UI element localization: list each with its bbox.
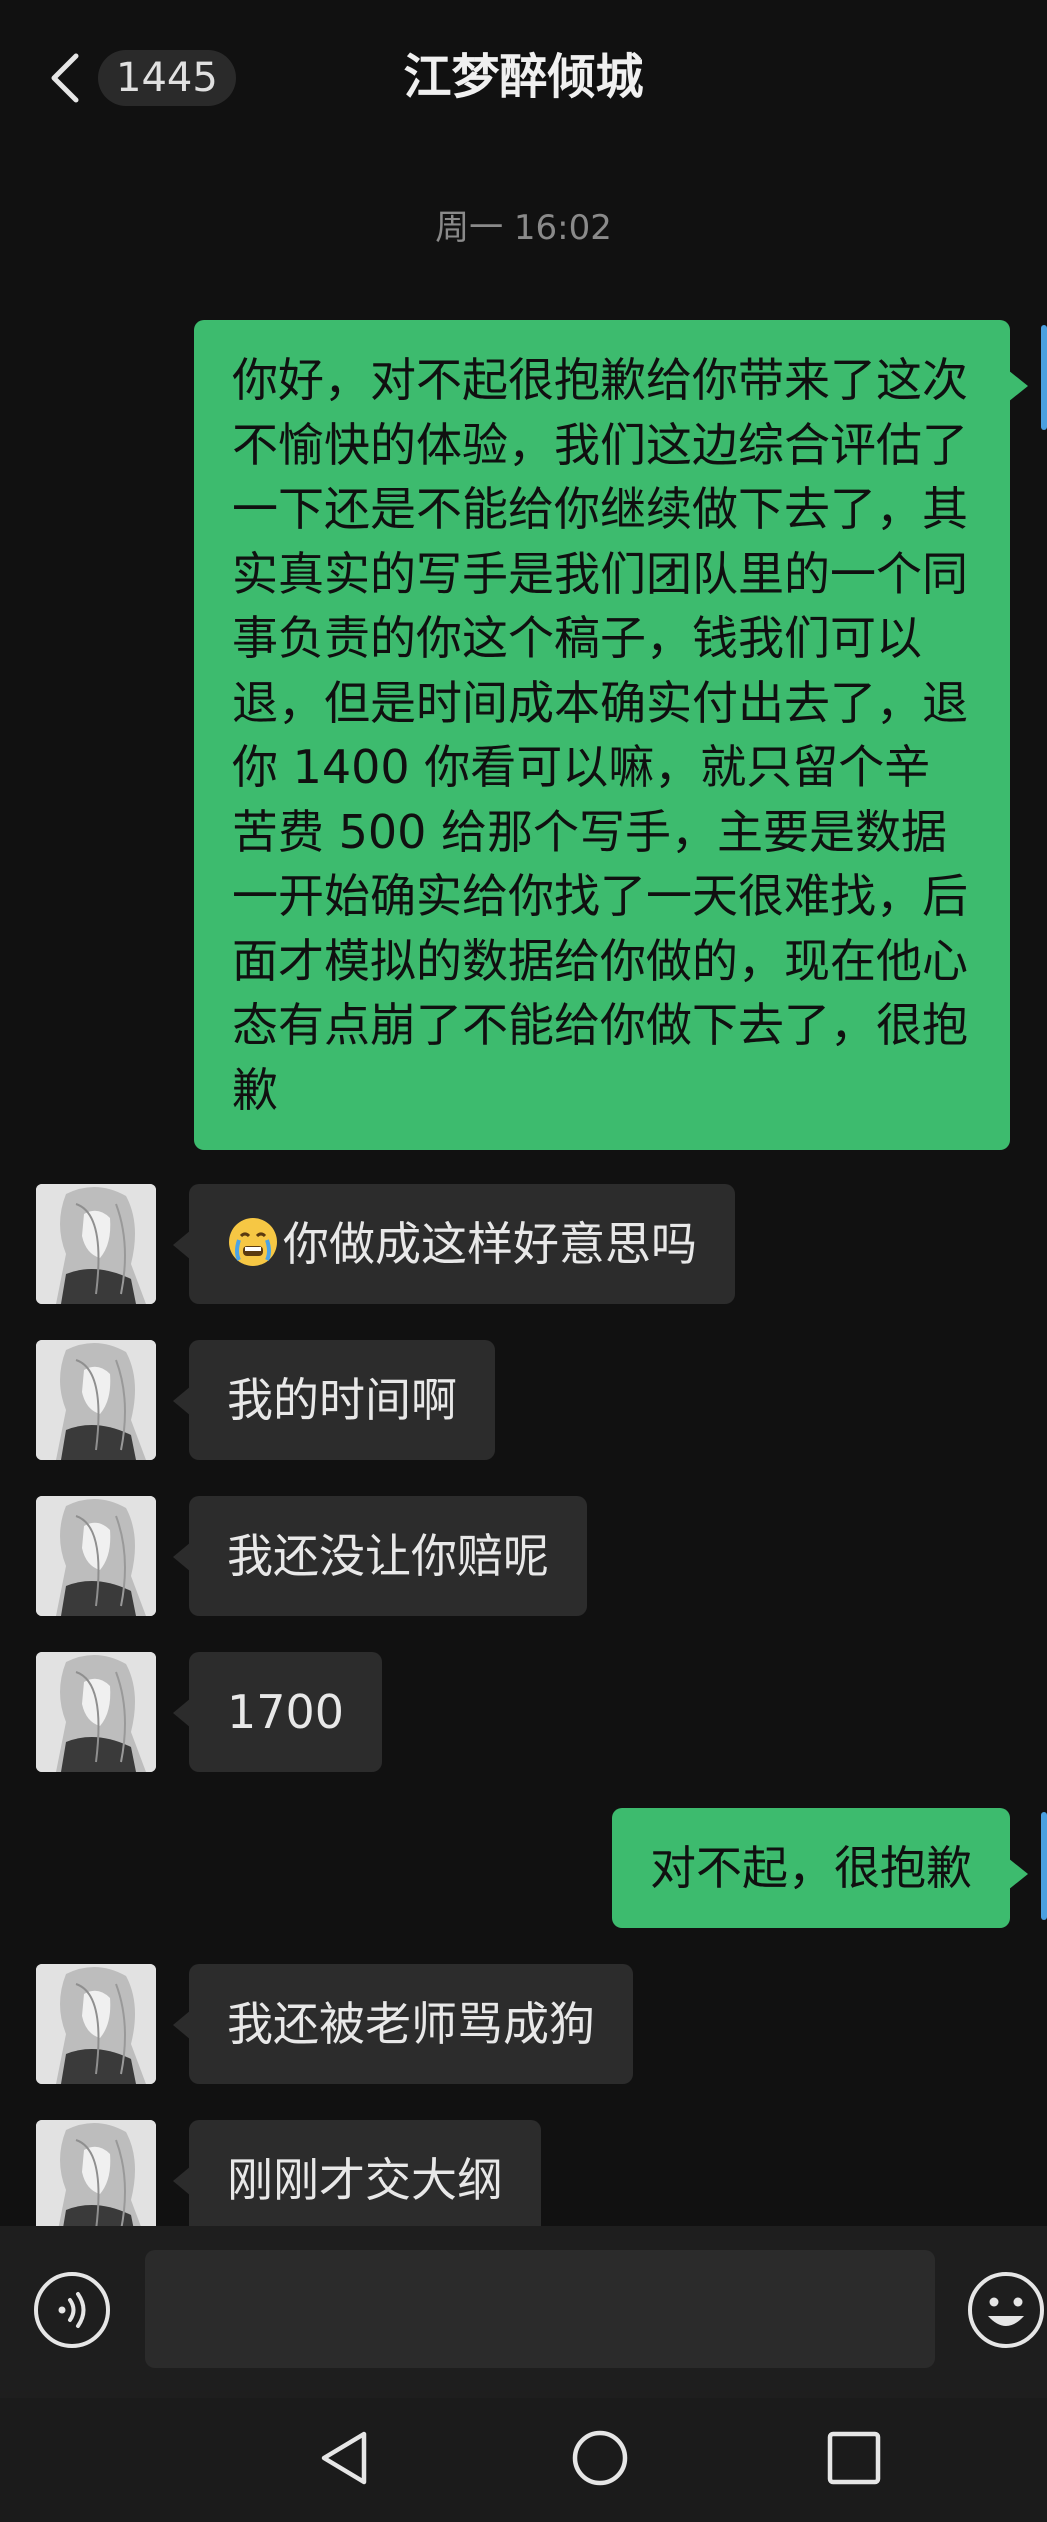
edge-highlight [1041, 1812, 1047, 1920]
input-bar [0, 2226, 1047, 2398]
avatar-image [36, 1964, 156, 2084]
avatar[interactable] [36, 2120, 156, 2240]
incoming-message-bubble[interactable]: 我还没让你赔呢 [173, 1496, 587, 1616]
avatar[interactable] [36, 1340, 156, 1460]
message-text: 我还被老师骂成狗 [227, 1997, 595, 2051]
circle-home-icon[interactable] [570, 2428, 630, 2488]
avatar-image [36, 1340, 156, 1460]
message-text: 1700 [227, 1685, 345, 1739]
chat-header: 1445 江梦醉倾城 [0, 0, 1047, 150]
voice-icon[interactable] [32, 2270, 112, 2350]
avatar[interactable] [36, 1652, 156, 1772]
incoming-message-bubble[interactable]: 刚刚才交大纲 [173, 2120, 541, 2240]
message-text: 我的时间啊 [227, 1373, 457, 1427]
avatar-image [36, 1652, 156, 1772]
message-text: 刚刚才交大纲 [227, 2153, 503, 2207]
avatar-image [36, 2120, 156, 2240]
incoming-message-bubble[interactable]: 1700 [172, 1652, 383, 1772]
avatar[interactable] [36, 1184, 156, 1304]
incoming-message-bubble[interactable]: 我的时间啊 [173, 1340, 495, 1460]
incoming-message-bubble[interactable]: 我还被老师骂成狗 [173, 1964, 633, 2084]
avatar[interactable] [36, 1964, 156, 2084]
incoming-message-bubble[interactable]: 你做成这样好意思吗 [173, 1184, 735, 1304]
crying-face-emoji [229, 1218, 277, 1266]
message-input[interactable] [145, 2250, 935, 2368]
square-recents-icon[interactable] [824, 2428, 884, 2488]
avatar-image [36, 1496, 156, 1616]
triangle-back-icon[interactable] [316, 2428, 376, 2488]
message-text: 你做成这样好意思吗 [283, 1217, 697, 1271]
chat-title: 江梦醉倾城 [403, 49, 644, 105]
message-text: 对不起，很抱歉 [650, 1841, 972, 1895]
avatar[interactable] [36, 1496, 156, 1616]
edge-highlight [1041, 325, 1047, 430]
smiley-icon[interactable] [966, 2270, 1046, 2350]
message-text: 我还没让你赔呢 [227, 1529, 549, 1583]
system-nav-bar [0, 2398, 1047, 2522]
message-text: 你好，对不起很抱歉给你带来了这次不愉快的体验，我们这边综合评估了一下还是不能给你… [232, 353, 968, 1117]
avatar-image [36, 1184, 156, 1304]
outgoing-message-bubble[interactable]: 对不起，很抱歉 [612, 1808, 1028, 1928]
message-timestamp: 周一 16:02 [435, 208, 612, 248]
outgoing-message-bubble[interactable]: 你好，对不起很抱歉给你带来了这次不愉快的体验，我们这边综合评估了一下还是不能给你… [194, 320, 1028, 1150]
